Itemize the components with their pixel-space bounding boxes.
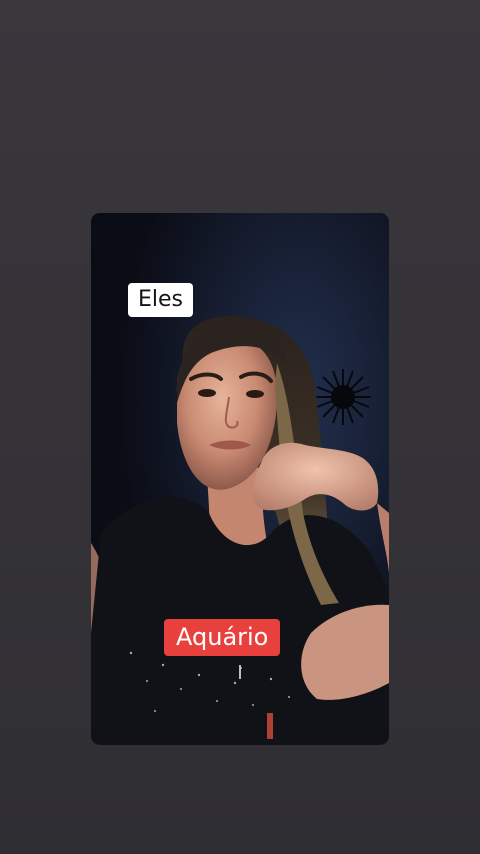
wall-ornament <box>315 369 371 425</box>
caption-top-label: Eles <box>128 283 194 317</box>
video-player[interactable]: Eles Aquário <box>91 213 389 745</box>
caption-bottom-label: Aquário <box>164 619 281 656</box>
